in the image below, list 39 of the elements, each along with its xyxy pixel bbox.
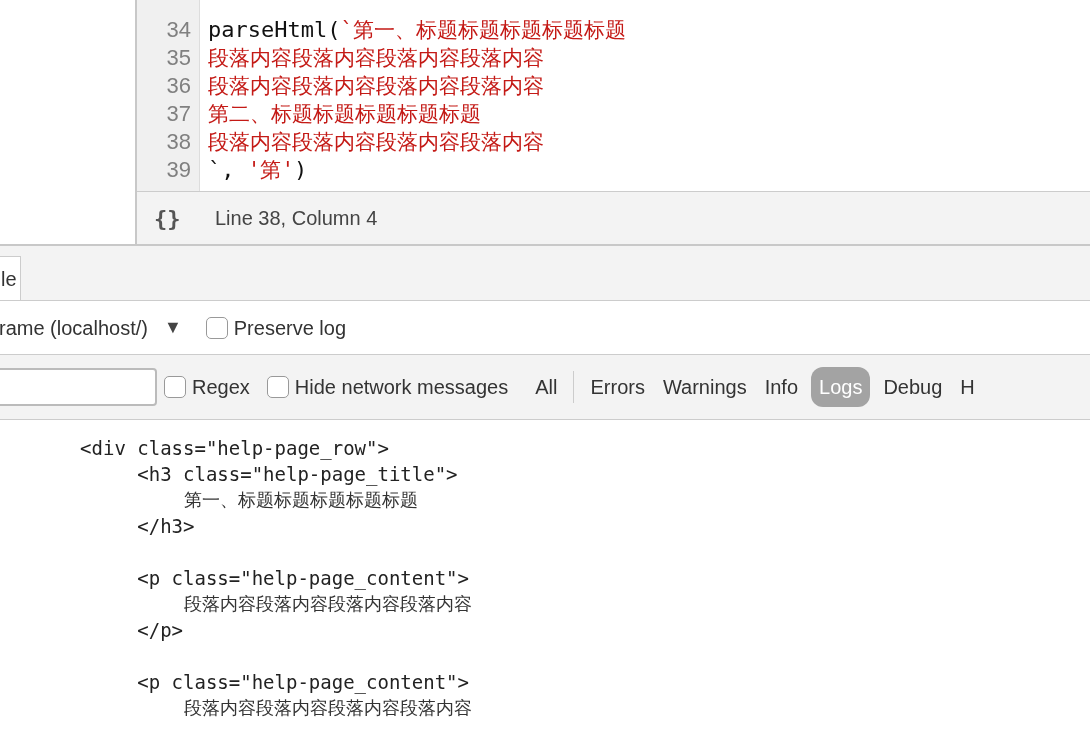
- line-number: 36: [165, 72, 191, 100]
- line-number: 37: [165, 100, 191, 128]
- console-output-line: <p class="help-page_content">: [136, 566, 470, 591]
- console-output-line: 第一、标题标题标题标题标题: [183, 488, 420, 512]
- console-output-line: </p>: [136, 618, 185, 643]
- console-output-line: 段落内容段落内容段落内容段落内容: [183, 592, 474, 616]
- code-line: 段落内容段落内容段落内容段落内容: [208, 45, 545, 72]
- dropdown-caret[interactable]: ▼: [163, 314, 182, 341]
- code-line: 第二、标题标题标题标题标题: [208, 101, 482, 128]
- context-selector[interactable]: rame (localhost/): [0, 312, 148, 343]
- line-number: 39: [165, 156, 191, 184]
- log-level-filter[interactable]: Info: [758, 367, 805, 407]
- log-level-filter[interactable]: H: [954, 367, 981, 407]
- code-line: 段落内容段落内容段落内容段落内容: [208, 129, 545, 156]
- console-output-line: <h3 class="help-page_title">: [136, 462, 459, 487]
- filter-field[interactable]: [0, 368, 157, 406]
- checkbox[interactable]: [164, 376, 186, 398]
- checkbox-label[interactable]: Preserve log: [233, 312, 347, 343]
- code-line: 段落内容段落内容段落内容段落内容: [208, 73, 545, 100]
- code-line: `, '第'): [208, 156, 309, 184]
- log-level-filter[interactable]: All: [529, 367, 564, 407]
- code-line: parseHtml(`第一、标题标题标题标题标题: [208, 16, 628, 44]
- checkbox-label[interactable]: Regex: [192, 372, 250, 402]
- line-number: 35: [165, 44, 191, 72]
- line-number: 34: [165, 16, 191, 44]
- checkbox[interactable]: [266, 376, 289, 398]
- log-level-filter[interactable]: Warnings: [656, 367, 753, 407]
- line-number: 38: [165, 128, 191, 156]
- format-button[interactable]: {}: [154, 201, 186, 235]
- log-level-filter[interactable]: Debug: [877, 367, 949, 407]
- cursor-position: Line 38, Column 4: [215, 206, 378, 231]
- checkbox-label[interactable]: Hide network messages: [294, 372, 509, 402]
- checkbox[interactable]: [205, 316, 228, 339]
- console-output-line: 段落内容段落内容段落内容段落内容: [183, 696, 474, 720]
- console-output-line: <div class="help-page_row">: [79, 436, 390, 461]
- console-output-line: <p class="help-page_content">: [136, 670, 470, 695]
- console-output-line: </h3>: [136, 514, 196, 539]
- drawer-tab[interactable]: le: [0, 256, 21, 300]
- log-level-filter[interactable]: Errors: [584, 367, 651, 407]
